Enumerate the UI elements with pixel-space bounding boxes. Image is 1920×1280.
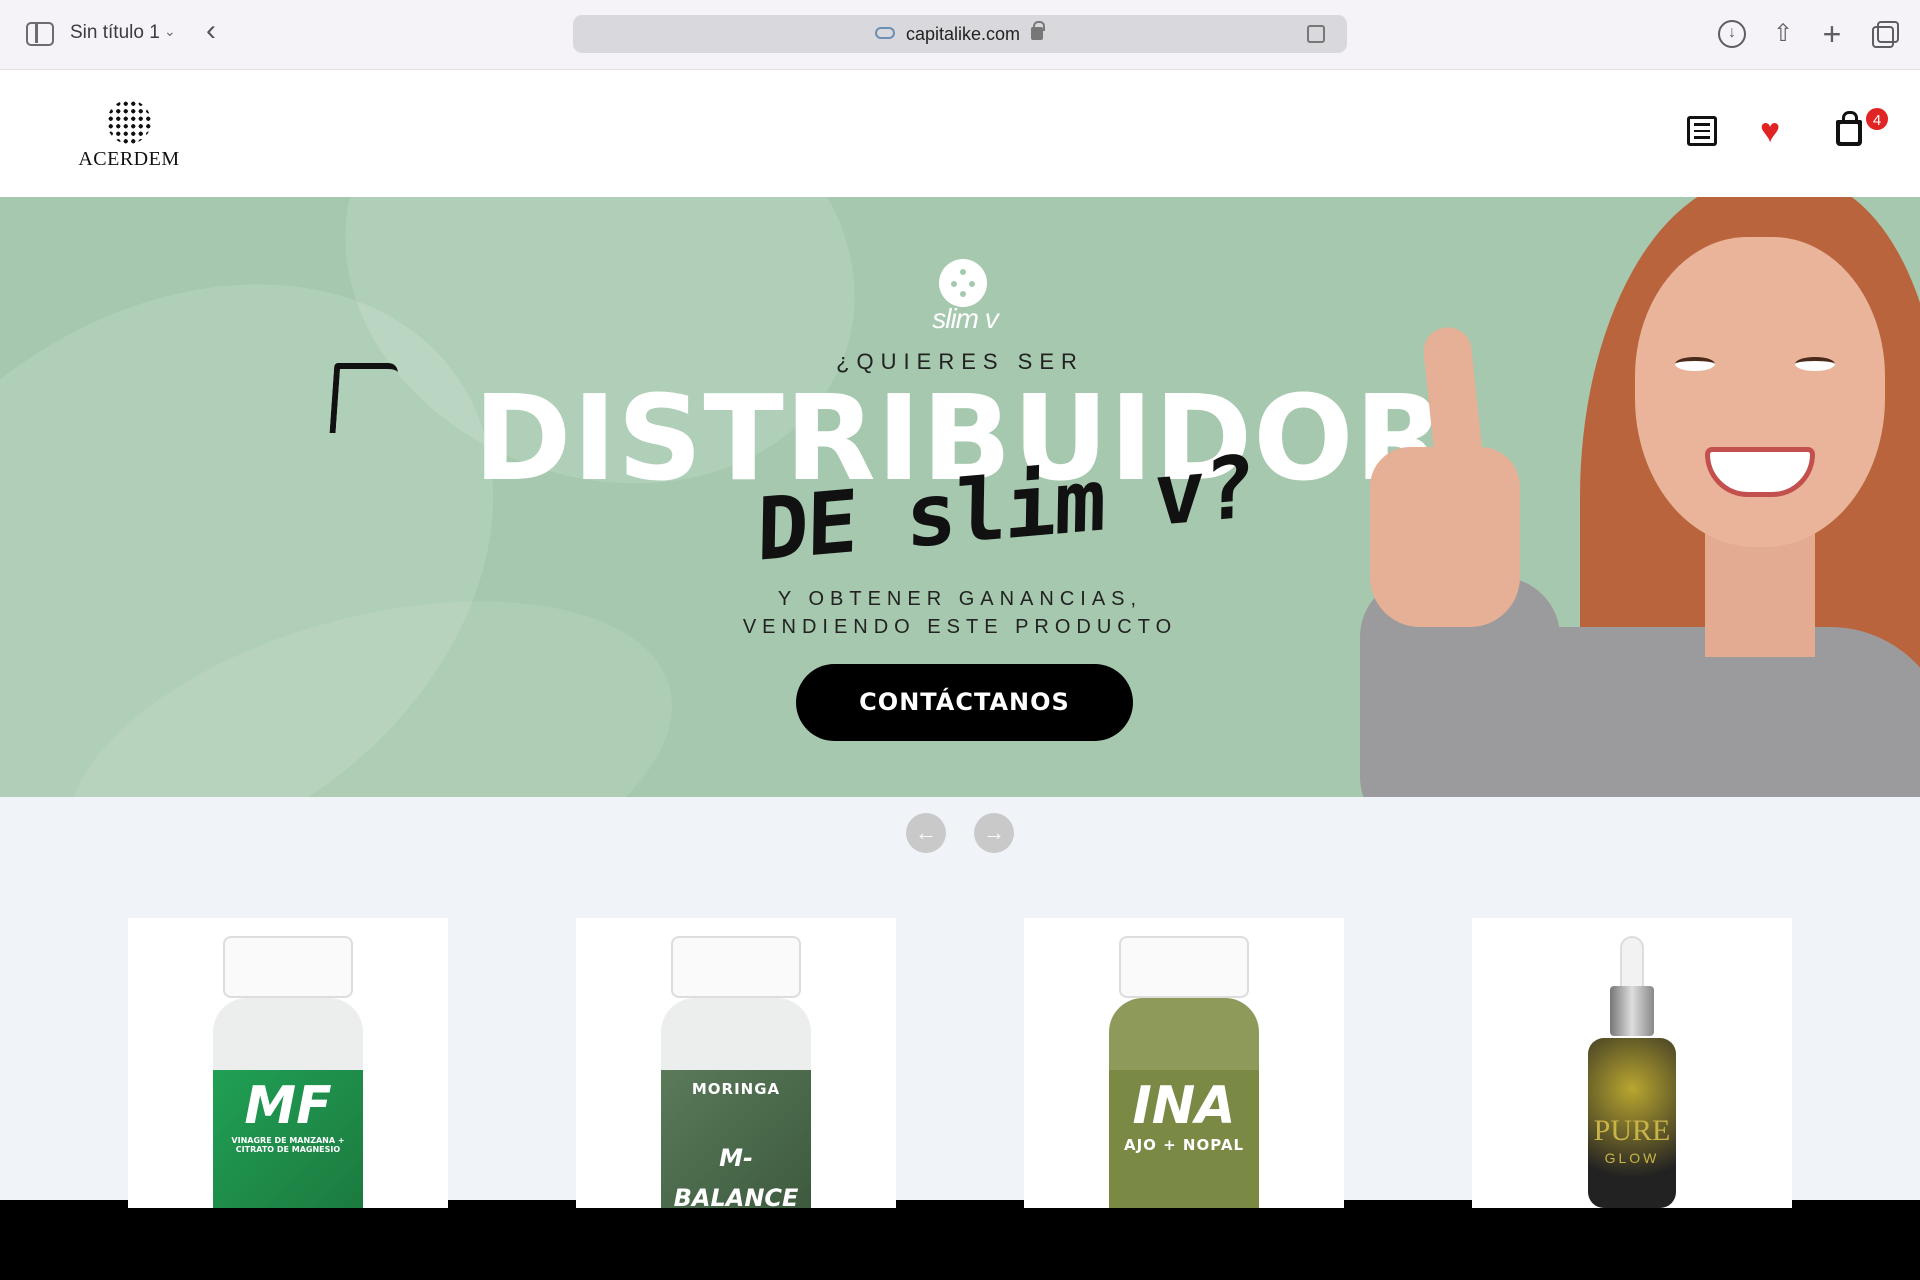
reader-icon[interactable] <box>1307 25 1325 43</box>
product-image: MORINGA M-BALANCE <box>661 998 811 1208</box>
product-card[interactable]: PURE GLOW <box>1472 918 1792 1208</box>
dropper-image <box>1594 936 1670 1046</box>
cloud-icon <box>875 27 895 39</box>
sidebar-toggle-icon[interactable] <box>26 22 54 46</box>
arrow-right-icon: → <box>983 820 1005 845</box>
product-sub: GLOW <box>1604 1150 1660 1166</box>
product-label: INA <box>1132 1076 1236 1136</box>
product-label: MF <box>244 1076 332 1136</box>
download-icon[interactable]: ↓ <box>1718 20 1746 48</box>
bottle-cap <box>223 936 353 998</box>
carousel-next-button[interactable]: → <box>974 813 1014 853</box>
products-section: ← → MF VINAGRE DE MANZANA + CITRATO DE M… <box>0 797 1920 1208</box>
acerdem-logo[interactable]: ACERDEM <box>74 100 184 171</box>
logo-text: ACERDEM <box>78 148 180 170</box>
back-icon[interactable]: ‹ <box>206 16 216 46</box>
contact-button[interactable]: CONTÁCTANOS <box>796 664 1133 741</box>
logo-dots-icon <box>107 100 151 144</box>
url-text[interactable]: capitalike.com <box>906 24 1020 45</box>
site-header: ACERDEM ♥ 4 <box>0 70 1920 197</box>
tab-overview-icon[interactable] <box>1868 20 1899 48</box>
chevron-down-icon[interactable]: ⌄ <box>164 23 176 40</box>
product-label: M-BALANCE <box>673 1144 799 1208</box>
arrow-left-icon: ← <box>915 820 937 845</box>
product-card[interactable]: INA AJO + NOPAL <box>1024 918 1344 1208</box>
bottle-cap <box>1119 936 1249 998</box>
product-image: INA AJO + NOPAL <box>1109 998 1259 1208</box>
lock-icon <box>1031 21 1045 40</box>
product-card[interactable]: MORINGA M-BALANCE <box>576 918 896 1208</box>
heart-icon[interactable]: ♥ <box>1760 114 1790 148</box>
product-label: PURE <box>1593 1114 1671 1147</box>
smiling-woman-image <box>1360 197 1920 797</box>
new-tab-icon[interactable]: + <box>1818 18 1846 50</box>
carousel-prev-button[interactable]: ← <box>906 813 946 853</box>
product-image: MF VINAGRE DE MANZANA + CITRATO DE MAGNE… <box>213 998 363 1208</box>
bottle-cap <box>671 936 801 998</box>
browser-toolbar: Sin título 1 ⌄ ‹ capitalike.com ↓ ⇧ + <box>0 0 1920 70</box>
product-card[interactable]: MF VINAGRE DE MANZANA + CITRATO DE MAGNE… <box>128 918 448 1208</box>
document-icon[interactable] <box>1687 116 1717 146</box>
product-image: PURE GLOW <box>1588 1038 1676 1208</box>
product-sub: AJO + NOPAL <box>1123 1136 1245 1154</box>
tab-group-title[interactable]: Sin título 1 <box>70 22 160 44</box>
brand-name: slim v <box>932 303 999 334</box>
slim-v-logo-icon <box>939 259 987 307</box>
address-bar[interactable]: capitalike.com <box>573 15 1347 53</box>
shopping-bag-icon[interactable] <box>1836 111 1862 146</box>
hero-banner: slim v ¿QUIERES SER DISTRIBUIDOR DE slim… <box>0 197 1920 797</box>
cart-count-badge: 4 <box>1864 106 1890 132</box>
share-icon[interactable]: ⇧ <box>1769 20 1797 48</box>
product-sub: MORINGA <box>691 1080 781 1098</box>
product-sub: VINAGRE DE MANZANA + CITRATO DE MAGNESIO <box>231 1136 345 1154</box>
